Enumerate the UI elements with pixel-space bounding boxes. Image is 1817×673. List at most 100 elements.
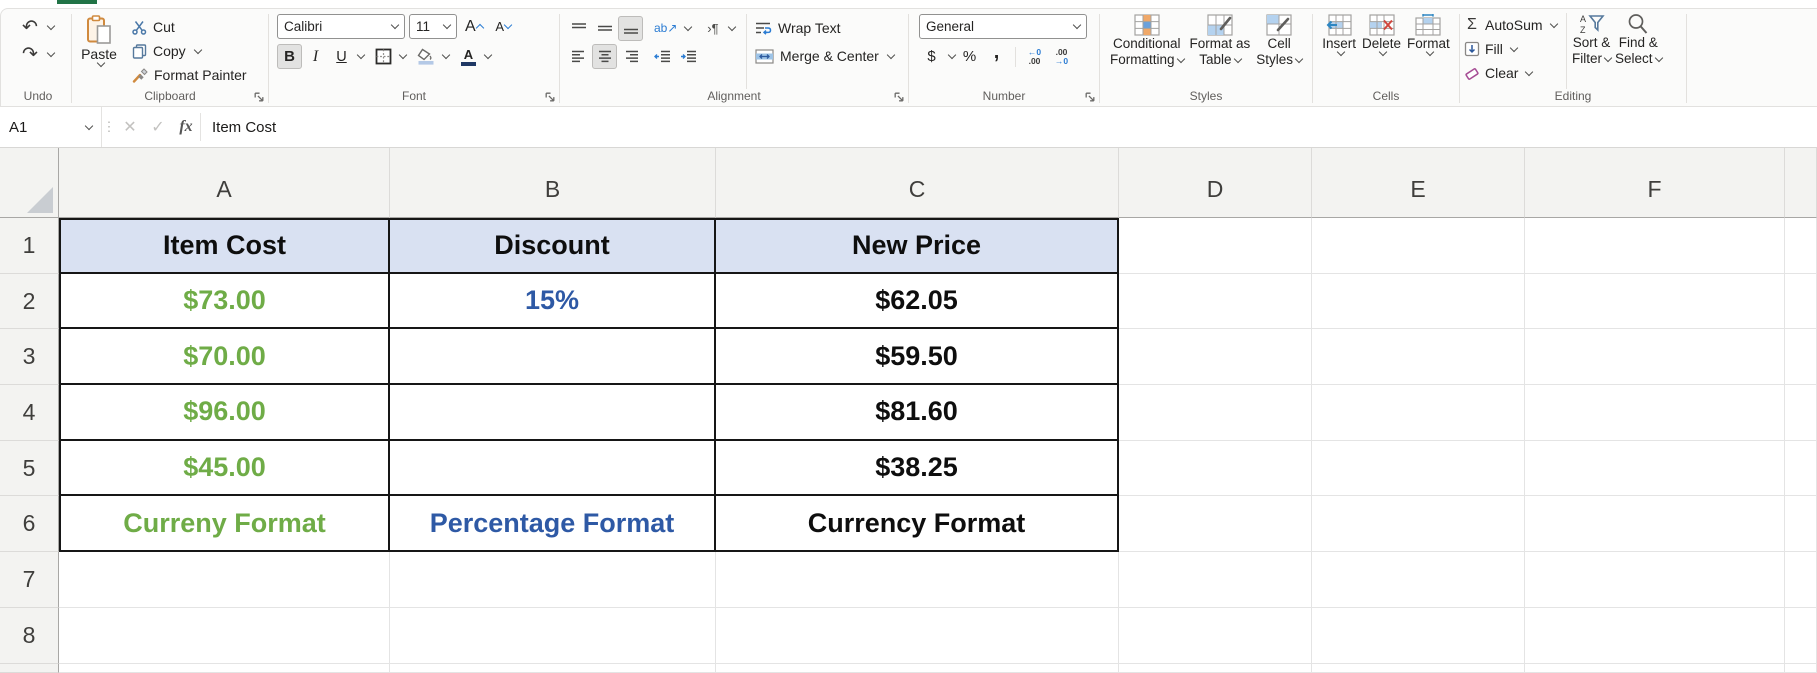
cell-D4[interactable] bbox=[1119, 385, 1312, 441]
cancel-button[interactable]: ✕ bbox=[116, 107, 144, 147]
cell-clipped[interactable] bbox=[1785, 552, 1817, 608]
align-middle-button[interactable] bbox=[592, 16, 617, 41]
cell-D2[interactable] bbox=[1119, 273, 1312, 330]
cell-clipped[interactable] bbox=[1785, 496, 1817, 553]
text-direction-button[interactable]: ›¶ bbox=[700, 16, 725, 41]
cell-D8[interactable] bbox=[1119, 607, 1312, 664]
insert-cells-button[interactable]: Insert bbox=[1322, 14, 1356, 89]
cell-F6[interactable] bbox=[1525, 496, 1785, 553]
font-name-select[interactable]: Calibri bbox=[277, 14, 405, 39]
format-painter-button[interactable]: Format Painter bbox=[128, 63, 268, 87]
column-header-B[interactable]: B bbox=[390, 148, 716, 218]
align-left-button[interactable] bbox=[566, 44, 591, 69]
bold-button[interactable]: B bbox=[277, 44, 302, 69]
cell-E1[interactable] bbox=[1312, 218, 1525, 274]
cell-clipped[interactable] bbox=[1785, 440, 1817, 497]
enter-button[interactable]: ✓ bbox=[144, 107, 172, 147]
cell-E5[interactable] bbox=[1312, 440, 1525, 497]
comma-style-button[interactable]: , bbox=[984, 41, 1009, 69]
number-format-select[interactable]: General bbox=[919, 14, 1087, 39]
cell-B1[interactable]: Discount bbox=[390, 218, 716, 274]
cell-A1[interactable]: Item Cost bbox=[59, 218, 390, 274]
orientation-button[interactable]: ab↗ bbox=[650, 16, 681, 41]
chevron-down-icon[interactable] bbox=[356, 50, 366, 60]
row-header-3[interactable]: 3 bbox=[0, 329, 59, 386]
row-header-4[interactable]: 4 bbox=[0, 385, 59, 441]
clipboard-dialog-launcher[interactable] bbox=[253, 91, 265, 103]
clear-button[interactable]: Clear bbox=[1460, 61, 1566, 85]
cell-C6[interactable]: Currency Format bbox=[716, 496, 1119, 553]
cell-B7[interactable] bbox=[390, 552, 716, 608]
cell-E7[interactable] bbox=[1312, 552, 1525, 608]
row-header-5[interactable]: 5 bbox=[0, 440, 59, 497]
cell-A7[interactable] bbox=[59, 552, 390, 608]
cell-A3[interactable]: $70.00 bbox=[59, 329, 390, 386]
cell-clipped[interactable] bbox=[1785, 385, 1817, 441]
chevron-down-icon[interactable] bbox=[483, 50, 493, 60]
cell-styles-button[interactable]: Cell Styles bbox=[1256, 14, 1304, 89]
accounting-format-button[interactable]: $ bbox=[919, 44, 944, 69]
cell-A8[interactable] bbox=[59, 607, 390, 664]
merge-center-button[interactable]: Merge & Center bbox=[755, 42, 908, 70]
cell-D1[interactable] bbox=[1119, 218, 1312, 274]
font-color-button[interactable]: A bbox=[456, 44, 481, 69]
insert-function-button[interactable]: fx bbox=[172, 107, 200, 147]
cell-B6[interactable]: Percentage Format bbox=[390, 496, 716, 553]
chevron-down-icon[interactable] bbox=[398, 50, 408, 60]
align-right-button[interactable] bbox=[618, 44, 643, 69]
cell-E2[interactable] bbox=[1312, 273, 1525, 330]
borders-button[interactable] bbox=[371, 44, 396, 69]
column-header-A[interactable]: A bbox=[59, 148, 390, 218]
cell-A4[interactable]: $96.00 bbox=[59, 385, 390, 441]
cell-A6[interactable]: Curreny Format bbox=[59, 496, 390, 553]
cell-F1[interactable] bbox=[1525, 218, 1785, 274]
column-header-C[interactable]: C bbox=[716, 148, 1119, 218]
conditional-formatting-button[interactable]: Conditional Formatting bbox=[1110, 14, 1185, 89]
row-header-8[interactable]: 8 bbox=[0, 607, 59, 664]
sort-filter-button[interactable]: A Z Sort & Filter bbox=[1572, 13, 1613, 89]
cell-C5[interactable]: $38.25 bbox=[716, 440, 1119, 497]
row-header-clipped[interactable] bbox=[0, 663, 59, 673]
cell-F7[interactable] bbox=[1525, 552, 1785, 608]
increase-font-size-button[interactable]: A bbox=[461, 14, 487, 39]
cell-C4[interactable]: $81.60 bbox=[716, 385, 1119, 441]
cell-clipped[interactable] bbox=[1119, 663, 1312, 673]
italic-button[interactable]: I bbox=[303, 44, 328, 69]
font-dialog-launcher[interactable] bbox=[544, 91, 556, 103]
cell-C3[interactable]: $59.50 bbox=[716, 329, 1119, 386]
cell-clipped[interactable] bbox=[1785, 273, 1817, 330]
cell-D3[interactable] bbox=[1119, 329, 1312, 386]
cell-D7[interactable] bbox=[1119, 552, 1312, 608]
cell-F2[interactable] bbox=[1525, 273, 1785, 330]
align-top-button[interactable] bbox=[566, 16, 591, 41]
cell-B3[interactable] bbox=[390, 329, 716, 386]
format-as-table-button[interactable]: Format as Table bbox=[1190, 14, 1250, 89]
row-header-6[interactable]: 6 bbox=[0, 496, 59, 553]
cell-clipped[interactable] bbox=[1785, 329, 1817, 386]
cell-clipped[interactable] bbox=[1785, 607, 1817, 664]
decrease-indent-button[interactable] bbox=[650, 44, 675, 69]
cell-clipped[interactable] bbox=[1525, 663, 1785, 673]
column-header-E[interactable]: E bbox=[1312, 148, 1525, 218]
cell-E3[interactable] bbox=[1312, 329, 1525, 386]
fill-color-button[interactable] bbox=[413, 44, 439, 69]
percent-style-button[interactable]: % bbox=[957, 44, 982, 69]
cell-E4[interactable] bbox=[1312, 385, 1525, 441]
chevron-down-icon[interactable] bbox=[947, 50, 957, 60]
cell-B4[interactable] bbox=[390, 385, 716, 441]
formula-input[interactable]: Item Cost bbox=[201, 107, 1817, 147]
cell-clipped[interactable] bbox=[1312, 663, 1525, 673]
cell-F4[interactable] bbox=[1525, 385, 1785, 441]
row-header-1[interactable]: 1 bbox=[0, 218, 59, 274]
copy-button[interactable]: Copy bbox=[128, 39, 268, 63]
cell-clipped[interactable] bbox=[390, 663, 716, 673]
paste-button[interactable]: Paste bbox=[72, 13, 126, 89]
chevron-down-icon[interactable] bbox=[441, 50, 451, 60]
increase-decimal-button[interactable]: ←0.00 bbox=[1022, 44, 1047, 69]
cell-C7[interactable] bbox=[716, 552, 1119, 608]
cell-A5[interactable]: $45.00 bbox=[59, 440, 390, 497]
cell-F3[interactable] bbox=[1525, 329, 1785, 386]
cell-A2[interactable]: $73.00 bbox=[59, 273, 390, 330]
column-header-clipped[interactable] bbox=[1785, 148, 1817, 218]
cell-clipped[interactable] bbox=[1785, 218, 1817, 274]
